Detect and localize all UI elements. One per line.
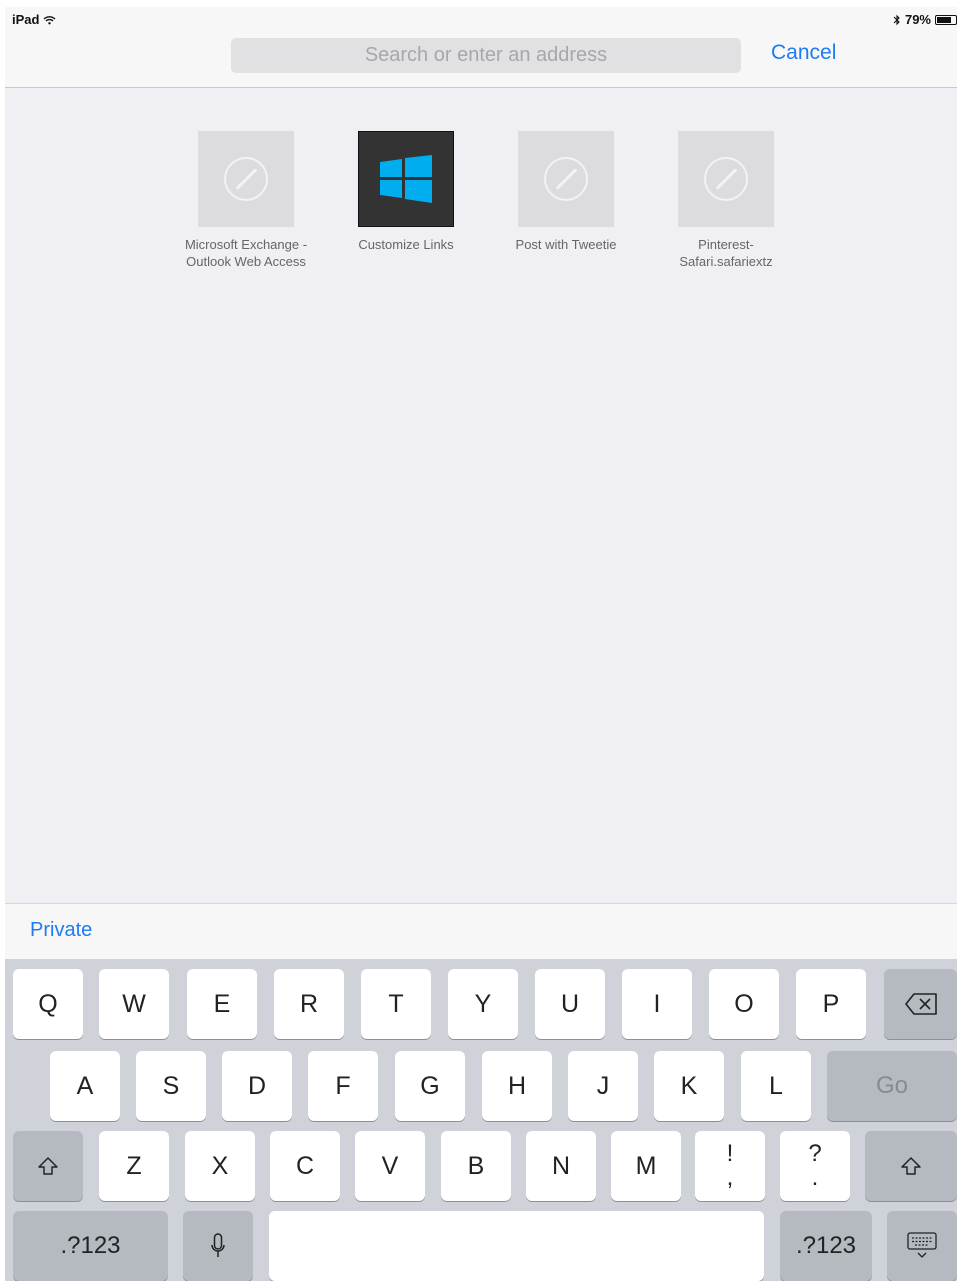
windows-logo-icon <box>380 155 432 203</box>
compass-icon <box>544 157 588 201</box>
favorite-label: Customize Links <box>358 237 454 252</box>
favorite-label: Post with Tweetie <box>515 237 617 252</box>
key-p[interactable]: P <box>796 969 866 1039</box>
wifi-icon <box>43 15 56 24</box>
compass-icon <box>224 157 268 201</box>
backspace-key[interactable] <box>884 969 957 1039</box>
shift-icon <box>901 1157 921 1175</box>
numbers-key-right[interactable]: .?123 <box>780 1211 872 1281</box>
favorite-tile[interactable] <box>358 131 454 227</box>
favorite-label: Pinterest- Safari.safariextz <box>679 237 773 269</box>
key-l[interactable]: L <box>741 1051 811 1121</box>
favorites-grid: Microsoft Exchange - Outlook Web Access … <box>5 131 957 291</box>
private-button[interactable]: Private <box>30 919 92 942</box>
key-j[interactable]: J <box>568 1051 638 1121</box>
favorite-label: Microsoft Exchange - Outlook Web Access <box>184 237 308 269</box>
key-f[interactable]: F <box>308 1051 378 1121</box>
address-search-field[interactable] <box>231 38 741 73</box>
key-z[interactable]: Z <box>99 1131 169 1201</box>
bluetooth-icon <box>893 14 900 25</box>
shift-icon <box>38 1157 58 1175</box>
key-k[interactable]: K <box>654 1051 724 1121</box>
compass-icon <box>704 157 748 201</box>
key-m[interactable]: M <box>611 1131 681 1201</box>
key-h[interactable]: H <box>482 1051 552 1121</box>
key-r[interactable]: R <box>274 969 344 1039</box>
go-key[interactable]: Go <box>827 1051 957 1121</box>
key-e[interactable]: E <box>187 969 257 1039</box>
key-n[interactable]: N <box>526 1131 596 1201</box>
status-bar-right: 79% <box>893 12 957 27</box>
keyboard-dismiss-icon <box>907 1232 937 1258</box>
microphone-icon <box>211 1233 225 1257</box>
numbers-key-left[interactable]: .?123 <box>13 1211 168 1281</box>
favorite-microsoft-exchange[interactable]: Microsoft Exchange - Outlook Web Access <box>176 131 316 270</box>
browser-top-bar: iPad 79% Cancel <box>5 7 957 88</box>
key-v[interactable]: V <box>355 1131 425 1201</box>
battery-icon <box>935 14 957 25</box>
key-question-period[interactable]: ? . <box>780 1131 850 1201</box>
key-y[interactable]: Y <box>448 969 518 1039</box>
favorite-pinterest-safari[interactable]: Pinterest- Safari.safariextz <box>656 131 796 270</box>
cancel-button[interactable]: Cancel <box>771 41 836 65</box>
key-t[interactable]: T <box>361 969 431 1039</box>
dismiss-keyboard-key[interactable] <box>887 1211 957 1281</box>
favorite-customize-links[interactable]: Customize Links <box>336 131 476 253</box>
key-b[interactable]: B <box>441 1131 511 1201</box>
key-s[interactable]: S <box>136 1051 206 1121</box>
key-a[interactable]: A <box>50 1051 120 1121</box>
key-d[interactable]: D <box>222 1051 292 1121</box>
safari-screen: iPad 79% Cancel Microsoft Exchange - <box>5 7 957 1281</box>
on-screen-keyboard: Q W E R T Y U I O P A S D F G H J K L Go <box>5 959 957 1281</box>
shift-key-left[interactable] <box>13 1131 83 1201</box>
key-exclamation-comma[interactable]: ! , <box>695 1131 765 1201</box>
key-w[interactable]: W <box>99 969 169 1039</box>
key-o[interactable]: O <box>709 969 779 1039</box>
battery-percent: 79% <box>904 12 931 27</box>
favorite-tile[interactable] <box>198 131 294 227</box>
key-i[interactable]: I <box>622 969 692 1039</box>
shift-key-right[interactable] <box>865 1131 957 1201</box>
favorite-tile[interactable] <box>518 131 614 227</box>
status-bar-left: iPad <box>12 12 56 27</box>
private-bar: Private <box>5 903 957 959</box>
key-u[interactable]: U <box>535 969 605 1039</box>
favorite-tile[interactable] <box>678 131 774 227</box>
key-q[interactable]: Q <box>13 969 83 1039</box>
key-g[interactable]: G <box>395 1051 465 1121</box>
device-name: iPad <box>12 12 40 27</box>
address-input[interactable] <box>231 38 741 73</box>
backspace-icon <box>904 993 937 1015</box>
favorite-post-with-tweetie[interactable]: Post with Tweetie <box>496 131 636 253</box>
key-x[interactable]: X <box>185 1131 255 1201</box>
space-bar[interactable] <box>269 1211 764 1281</box>
dictation-key[interactable] <box>183 1211 253 1281</box>
key-c[interactable]: C <box>270 1131 340 1201</box>
